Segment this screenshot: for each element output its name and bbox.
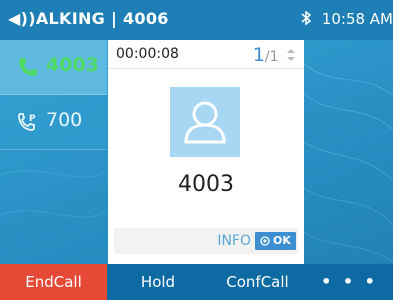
line-sidebar: 4003 P 700: [0, 40, 107, 264]
status-right: 10:58 AM: [300, 10, 393, 28]
hold-button[interactable]: Hold: [107, 264, 209, 300]
line-label: 4003: [46, 54, 99, 76]
line-key-4003[interactable]: 4003: [0, 40, 107, 95]
more-button[interactable]: • • •: [306, 264, 393, 300]
up-down-arrows-icon: [287, 49, 295, 61]
confcall-button[interactable]: ConfCall: [209, 264, 306, 300]
endcall-button[interactable]: EndCall: [0, 264, 107, 300]
divider: [108, 68, 304, 69]
caller-number: 4003: [178, 172, 234, 197]
line-label: 700: [46, 109, 83, 131]
ok-button[interactable]: OK: [255, 232, 296, 250]
ok-ring-icon: [260, 236, 270, 246]
softkey-bar: EndCall Hold ConfCall • • •: [0, 264, 393, 300]
call-card: 00:00:08 1/1 4003 INFO OK: [108, 40, 304, 264]
contact-avatar-icon: [170, 87, 240, 157]
call-timer: 00:00:08: [116, 46, 179, 62]
info-bar: INFO OK: [114, 228, 298, 254]
phone-park-icon: P: [18, 113, 36, 131]
phone-screen: ◀))ALKING | 4006 10:58 AM 4003 P 700 00:…: [0, 0, 393, 300]
phone-active-icon: [19, 58, 37, 76]
page-current: 1: [252, 44, 265, 66]
bluetooth-icon: [301, 10, 311, 26]
call-pager[interactable]: 1/1: [253, 44, 296, 66]
page-total: /1: [264, 49, 279, 65]
ok-label: OK: [273, 234, 291, 247]
status-bar: ◀))ALKING | 4006 10:58 AM: [0, 0, 393, 40]
info-label: INFO: [217, 233, 251, 249]
clock: 10:58 AM: [321, 10, 393, 28]
line-key-700[interactable]: P 700: [0, 95, 107, 150]
status-title: ◀))ALKING | 4006: [8, 9, 169, 28]
svg-text:P: P: [29, 114, 36, 124]
